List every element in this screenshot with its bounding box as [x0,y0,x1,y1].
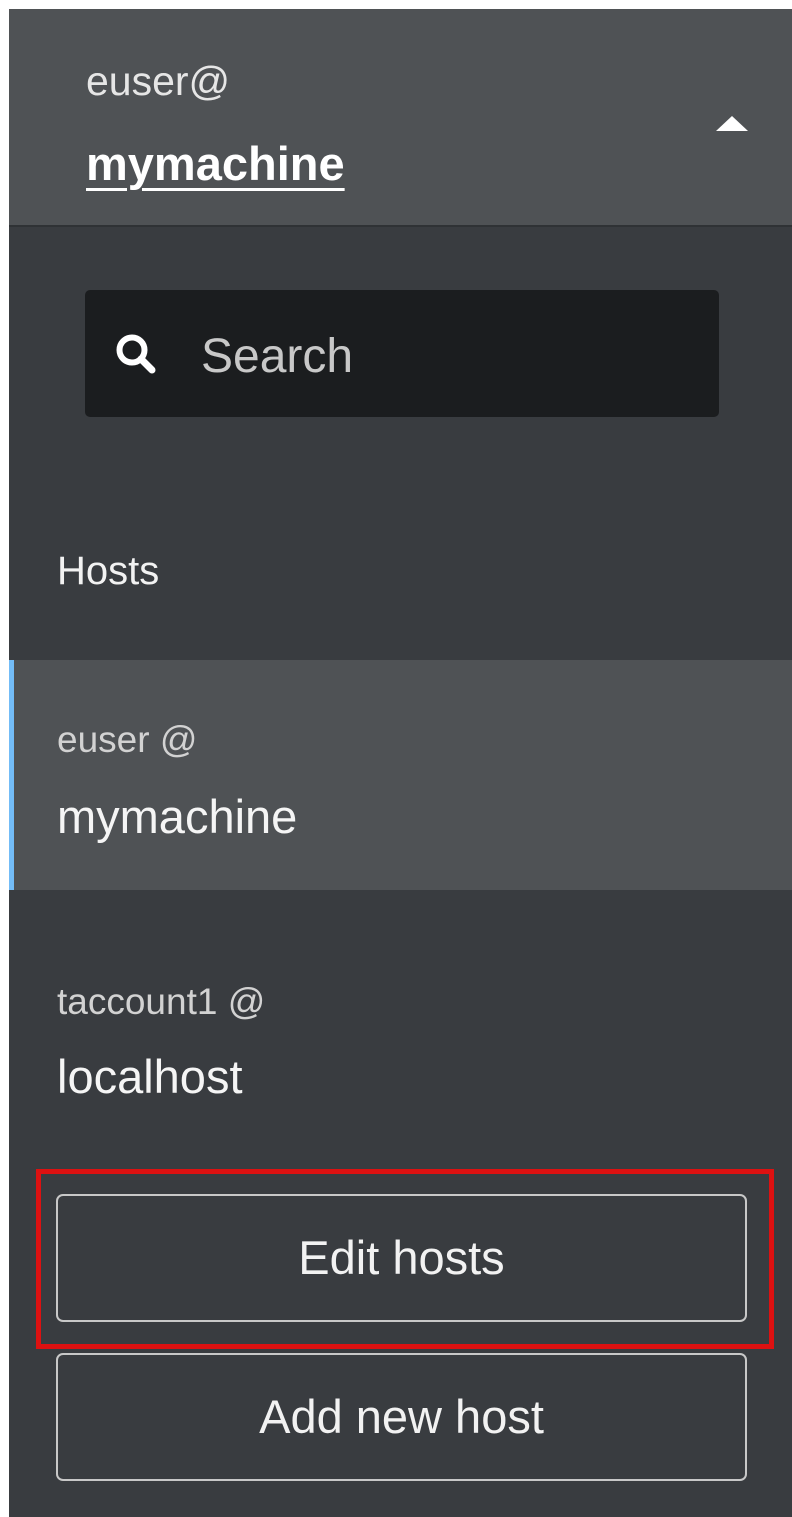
active-indicator [9,660,14,890]
add-new-host-button[interactable]: Add new host [56,1353,747,1481]
search-placeholder: Search [201,330,354,383]
screenshot-frame: euser@ mymachine Search Hosts euser @ my… [0,0,792,1517]
edit-hosts-button[interactable]: Edit hosts [56,1194,747,1322]
caret-up-icon [716,116,748,131]
current-host-toggle[interactable]: euser@ mymachine [9,9,792,227]
host-item-euser-mymachine[interactable]: euser @ mymachine [9,660,792,890]
host-item-name: mymachine [57,790,298,843]
current-host-user: euser@ [86,58,231,104]
search-icon [116,334,156,374]
host-item-name: localhost [57,1050,243,1103]
current-host-name: mymachine [86,137,345,190]
host-item-user: taccount1 @ [57,981,266,1022]
host-search-input[interactable]: Search [85,290,719,417]
hosts-section-title: Hosts [57,549,160,593]
host-item-taccount1-localhost[interactable]: taccount1 @ localhost [9,890,792,1120]
host-item-user: euser @ [57,719,198,760]
host-switcher-panel: euser@ mymachine Search Hosts euser @ my… [9,9,792,1517]
